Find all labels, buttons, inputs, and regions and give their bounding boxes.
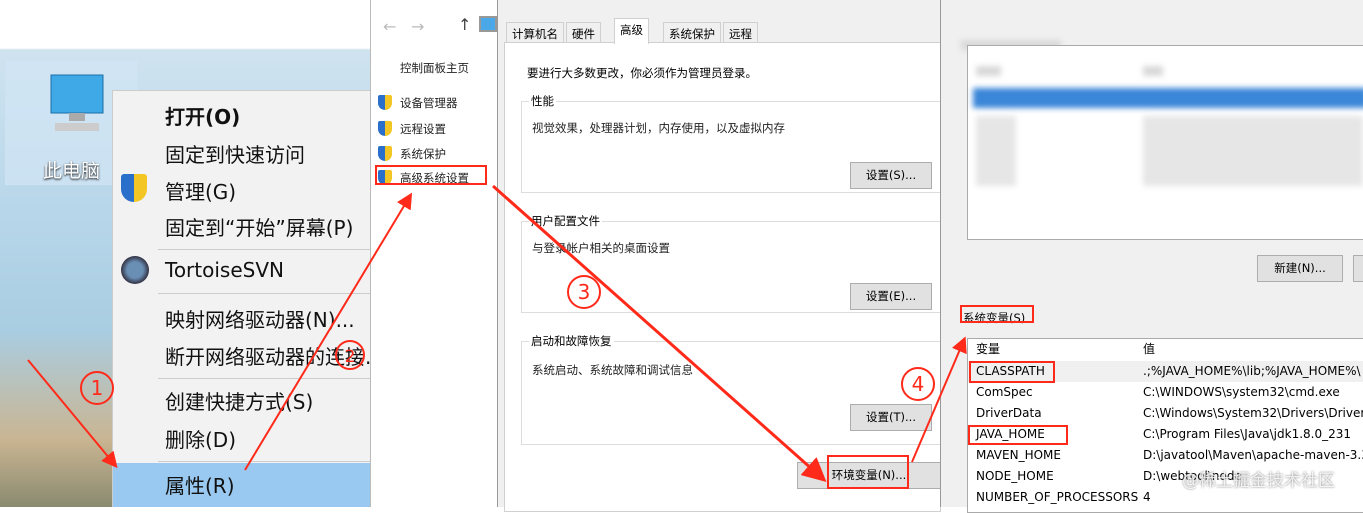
shield-icon xyxy=(378,95,392,110)
group-description: 系统启动、系统故障和调试信息 xyxy=(532,363,693,377)
menu-item-map-drive[interactable]: 映射网络驱动器(N)... xyxy=(165,304,355,333)
menu-item-open[interactable]: 打开(O) xyxy=(165,101,240,130)
advanced-tab-panel: 要进行大多数更改，你必须作为管理员登录。 性能 视觉效果，处理器计划，内存使用，… xyxy=(504,42,941,512)
blurred-text xyxy=(1143,66,1163,76)
variable-name: JAVA_HOME xyxy=(976,427,1045,441)
menu-item-pin-quick-access[interactable]: 固定到快速访问 xyxy=(165,139,305,168)
table-header: 变量 值 xyxy=(968,339,1363,360)
shield-icon xyxy=(378,121,392,136)
context-menu: 打开(O) 固定到快速访问 管理(G) 固定到“开始”屏幕(P) Tortois… xyxy=(112,90,370,507)
group-description: 与登录帐户相关的桌面设置 xyxy=(532,241,670,255)
blurred-text xyxy=(976,66,1001,76)
menu-item-tortoisesvn[interactable]: TortoiseSVN xyxy=(165,258,284,282)
forward-arrow-icon[interactable]: → xyxy=(411,17,424,36)
performance-group: 性能 视觉效果，处理器计划，内存使用，以及虚拟内存 设置(S)... xyxy=(521,93,941,193)
menu-item-create-shortcut[interactable]: 创建快捷方式(S) xyxy=(165,386,313,415)
user-profiles-group: 用户配置文件 与登录帐户相关的桌面设置 设置(E)... xyxy=(521,213,941,313)
menu-separator xyxy=(158,293,370,294)
up-arrow-icon[interactable]: ↑ xyxy=(458,15,471,34)
variable-value: C:\Program Files\Java\jdk1.8.0_231 xyxy=(1143,427,1352,441)
table-row[interactable]: ComSpec C:\WINDOWS\system32\cmd.exe xyxy=(968,382,1363,403)
performance-settings-button[interactable]: 设置(S)... xyxy=(850,162,932,189)
blurred-text xyxy=(976,116,1016,186)
group-title: 用户配置文件 xyxy=(529,213,602,229)
variable-value: 4 xyxy=(1143,490,1151,504)
watermark: @稀土掘金技术社区 xyxy=(1182,471,1335,491)
tab-computer-name[interactable]: 计算机名 xyxy=(506,22,564,43)
group-title: 性能 xyxy=(529,93,556,109)
table-row[interactable]: JAVA_HOME C:\Program Files\Java\jdk1.8.0_… xyxy=(968,424,1363,445)
variable-name: NUMBER_OF_PROCESSORS xyxy=(976,490,1139,504)
variable-value: C:\WINDOWS\system32\cmd.exe xyxy=(1143,385,1340,399)
shield-icon xyxy=(121,174,149,202)
tab-advanced[interactable]: 高级 xyxy=(614,18,649,44)
system-variables-label: 系统变量(S) xyxy=(963,311,1026,325)
blurred-text xyxy=(1143,116,1363,186)
tortoisesvn-icon xyxy=(121,256,149,284)
table-row[interactable]: CLASSPATH .;%JAVA_HOME%\lib;%JAVA_HOME%\ xyxy=(968,361,1363,382)
menu-separator xyxy=(158,461,370,462)
edit-button-partial[interactable] xyxy=(1353,255,1363,282)
control-panel-home-link[interactable]: 控制面板主页 xyxy=(400,60,469,76)
variable-name: NODE_HOME xyxy=(976,469,1054,483)
system-properties-dialog: 计算机名 硬件 系统保护 远程 要进行大多数更改，你必须作为管理员登录。 性能 … xyxy=(497,0,941,512)
variable-name: DriverData xyxy=(976,406,1042,420)
admin-note: 要进行大多数更改，你必须作为管理员登录。 xyxy=(527,66,757,80)
table-row[interactable]: MAVEN_HOME D:\javatool\Maven\apache-maven… xyxy=(968,445,1363,466)
menu-item-delete[interactable]: 删除(D) xyxy=(165,424,236,453)
menu-separator xyxy=(158,378,370,379)
computer-icon xyxy=(50,74,104,131)
remote-settings-link[interactable]: 远程设置 xyxy=(400,121,446,137)
user-profiles-settings-button[interactable]: 设置(E)... xyxy=(850,283,932,310)
startup-recovery-group: 启动和故障恢复 系统启动、系统故障和调试信息 设置(T)... xyxy=(521,333,941,445)
tab-system-protection[interactable]: 系统保护 xyxy=(663,22,721,43)
tab-remote[interactable]: 远程 xyxy=(723,22,758,43)
system-protection-link[interactable]: 系统保护 xyxy=(400,146,446,162)
advanced-system-settings-link[interactable]: 高级系统设置 xyxy=(400,170,469,186)
shield-icon xyxy=(378,146,392,161)
variable-name: MAVEN_HOME xyxy=(976,448,1061,462)
variable-value: C:\Windows\System32\Drivers\DriverD xyxy=(1143,406,1363,420)
control-panel-sidebar: ← → ↑ 控制面板主页 设备管理器 远程设置 系统保护 高级系统设置 xyxy=(370,0,497,507)
variable-name: CLASSPATH xyxy=(976,364,1045,378)
group-title: 启动和故障恢复 xyxy=(529,333,614,349)
menu-item-manage[interactable]: 管理(G) xyxy=(165,176,236,205)
startup-settings-button[interactable]: 设置(T)... xyxy=(850,404,932,431)
menu-item-properties[interactable]: 属性(R) xyxy=(165,470,235,499)
group-description: 视觉效果，处理器计划，内存使用，以及虚拟内存 xyxy=(532,121,785,135)
selected-row-blurred xyxy=(973,88,1363,108)
device-manager-link[interactable]: 设备管理器 xyxy=(400,95,458,111)
desktop: 此电脑 打开(O) 固定到快速访问 管理(G) 固定到“开始”屏幕(P) Tor… xyxy=(0,0,370,507)
back-arrow-icon[interactable]: ← xyxy=(383,17,396,36)
column-header-value[interactable]: 值 xyxy=(1143,339,1155,360)
monitor-icon xyxy=(479,16,497,32)
environment-variables-dialog: 新建(N)... 系统变量(S) 变量 值 CLASSPATH .;%JAVA_H… xyxy=(940,0,1363,513)
menu-separator xyxy=(158,249,370,250)
user-variables-list xyxy=(967,45,1363,240)
shield-icon xyxy=(378,170,392,185)
variable-value: D:\javatool\Maven\apache-maven-3.3. xyxy=(1143,448,1363,462)
tab-hardware[interactable]: 硬件 xyxy=(566,22,601,43)
menu-item-disconnect-drive[interactable]: 断开网络驱动器的连接... xyxy=(165,341,370,370)
column-header-variable[interactable]: 变量 xyxy=(976,339,1000,360)
variable-name: ComSpec xyxy=(976,385,1033,399)
environment-variables-button[interactable]: 环境变量(N)... xyxy=(797,462,941,489)
new-user-variable-button[interactable]: 新建(N)... xyxy=(1257,255,1343,282)
table-row[interactable]: DriverData C:\Windows\System32\Drivers\Dr… xyxy=(968,403,1363,424)
menu-item-highlight xyxy=(113,463,370,507)
menu-item-pin-start[interactable]: 固定到“开始”屏幕(P) xyxy=(165,212,353,241)
variable-value: .;%JAVA_HOME%\lib;%JAVA_HOME%\ xyxy=(1143,364,1361,378)
